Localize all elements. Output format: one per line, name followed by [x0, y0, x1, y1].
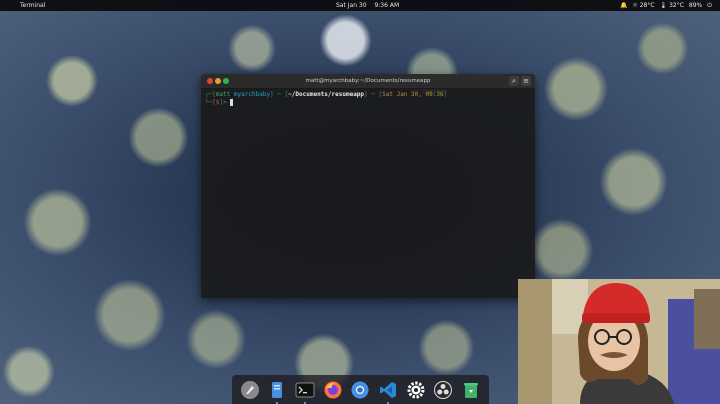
vscode-icon: [380, 381, 397, 398]
running-indicator: [276, 401, 279, 404]
terminal-window[interactable]: matt@myarchbaby:~/Documents/resumeapp ⌕ …: [201, 74, 535, 298]
terminal-icon: [295, 382, 315, 397]
dock-item-files[interactable]: [266, 379, 288, 404]
clock-date: Sat Jan 30: [336, 2, 367, 9]
running-indicator: [304, 401, 307, 404]
terminal-content[interactable]: ┌─[matt myarchbaby] ─ [~/Documents/resum…: [201, 89, 535, 109]
terminal-titlebar[interactable]: matt@myarchbaby:~/Documents/resumeapp ⌕ …: [201, 74, 535, 89]
obs-icon: [434, 380, 453, 399]
dock-item-vscode[interactable]: [377, 379, 399, 404]
trash-icon: [464, 382, 479, 398]
prompt-user: matt: [215, 91, 231, 98]
system-tray: 🔔 ☼ 28°C 🌡 32°C 89% ⏻: [620, 0, 712, 11]
active-app-name[interactable]: Terminal: [20, 0, 45, 11]
dock-item-obs[interactable]: [432, 379, 454, 401]
dock-item-terminal[interactable]: [294, 379, 316, 404]
clock-time: 9:36 AM: [374, 2, 400, 9]
running-indicator: [387, 401, 390, 404]
dock: [232, 375, 489, 404]
terminal-title: matt@myarchbaby:~/Documents/resumeapp: [305, 78, 431, 84]
prompt-line-1: ┌─[matt myarchbaby] ─ [~/Documents/resum…: [205, 91, 448, 98]
prompt-host: myarchbaby: [233, 91, 271, 98]
search-icon[interactable]: ⌕: [509, 76, 519, 86]
dock-item-chromium[interactable]: [349, 379, 371, 401]
prompt-line-2: └─[$]>: [205, 99, 531, 107]
webcam-person-image: [518, 279, 720, 404]
rocket-launcher-icon: [240, 380, 259, 399]
cpu-temp-indicator[interactable]: 🌡 32°C: [660, 0, 684, 11]
prompt-path: ~/Documents/resumeapp: [288, 91, 365, 98]
prompt-datetime: Sat Jan 30, 09:36: [382, 91, 444, 98]
dock-item-firefox[interactable]: [322, 379, 344, 401]
files-icon: [272, 381, 283, 398]
top-panel: Terminal Sat Jan 30 9:36 AM 🔔 ☼ 28°C 🌡 3…: [0, 0, 720, 11]
dock-item-trash[interactable]: [460, 379, 482, 401]
webcam-overlay: [518, 279, 720, 404]
dock-item-settings[interactable]: [405, 379, 427, 401]
notification-icon[interactable]: 🔔: [620, 0, 627, 11]
hamburger-menu-icon[interactable]: ≡: [521, 76, 531, 86]
firefox-icon: [324, 381, 342, 398]
settings-gear-icon: [407, 381, 425, 398]
chromium-icon: [351, 381, 369, 398]
clock[interactable]: Sat Jan 30 9:36 AM: [336, 0, 405, 11]
system-menu-icon[interactable]: ⏻: [707, 0, 712, 11]
battery-indicator[interactable]: 89%: [689, 0, 702, 11]
text-cursor: [230, 99, 234, 106]
weather-indicator[interactable]: ☼ 28°C: [632, 0, 654, 11]
dock-item-launcher[interactable]: [239, 379, 261, 401]
